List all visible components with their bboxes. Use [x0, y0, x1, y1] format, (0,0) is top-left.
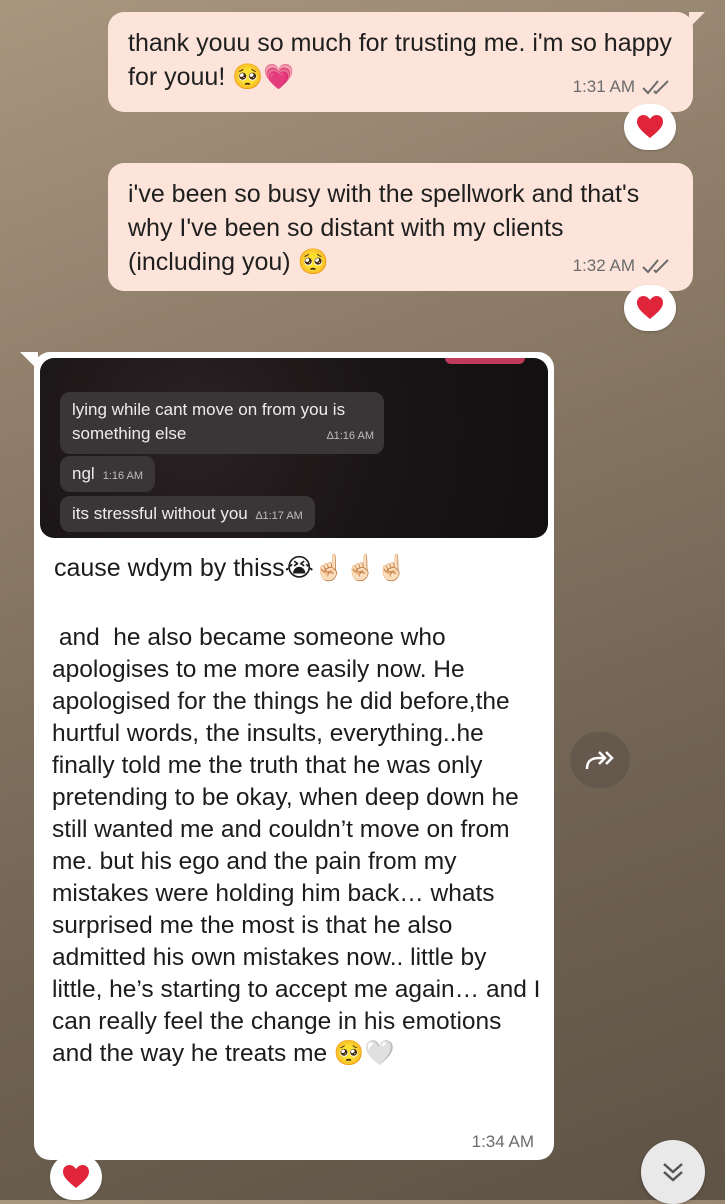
scroll-to-bottom-button[interactable]: [641, 1140, 705, 1204]
quoted-chat-bubble: its stressful without you ∆1:17 AM: [60, 496, 315, 532]
heart-icon: [63, 1165, 89, 1188]
double-check-icon: [642, 259, 669, 274]
image-decoration: [445, 358, 525, 364]
incoming-message-bubble[interactable]: lying while cant move on from you is som…: [20, 352, 554, 1160]
quoted-text: ngl: [72, 464, 95, 483]
reaction-badge[interactable]: [624, 104, 676, 150]
reaction-badge[interactable]: [50, 1154, 102, 1200]
message-time: 1:31 AM: [572, 77, 635, 96]
outgoing-message-bubble[interactable]: thank youu so much for trusting me. i'm …: [108, 12, 705, 112]
double-check-icon: [642, 80, 669, 95]
heart-icon: [637, 115, 663, 138]
forward-button[interactable]: [570, 732, 630, 788]
quoted-text: lying while cant move on from you is som…: [72, 400, 346, 443]
quoted-time: ∆1:16 AM: [326, 430, 374, 442]
reaction-badge[interactable]: [624, 285, 676, 331]
quoted-chat-bubble: ngl 1:16 AM: [60, 456, 156, 492]
message-meta: 1:32 AM: [573, 249, 673, 283]
outgoing-message-bubble[interactable]: i've been so busy with the spellwork and…: [108, 163, 693, 291]
quoted-chat-bubble: lying while cant move on from you is som…: [60, 392, 384, 454]
message-time: 1:32 AM: [572, 256, 635, 275]
message-time: 1:34 AM: [471, 1132, 534, 1151]
double-chevron-down-icon: [663, 1163, 683, 1182]
quoted-text: its stressful without you: [72, 504, 248, 523]
quoted-time: 1:16 AM: [102, 470, 144, 482]
image-caption: cause wdym by thiss😭☝🏻☝🏻☝🏻: [54, 554, 408, 582]
forward-icon: [585, 751, 614, 770]
heart-icon: [637, 296, 663, 319]
message-meta: 1:31 AM: [573, 70, 673, 104]
message-text: and he also became someone who apologise…: [52, 624, 548, 1067]
attached-screenshot-image[interactable]: lying while cant move on from you is som…: [40, 358, 548, 538]
quoted-time: ∆1:17 AM: [255, 510, 303, 522]
message-meta: 1:34 AM: [472, 1132, 534, 1152]
